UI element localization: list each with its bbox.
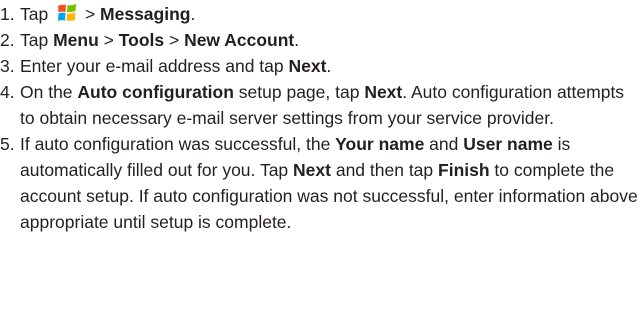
ui-term: Menu [53,30,99,50]
step-text: > [98,30,119,50]
ui-term: Finish [438,160,490,180]
step-number: 3. [0,56,15,76]
ui-term: User name [463,134,553,154]
step-item: 2. Tap Menu > Tools > New Account. [0,27,640,53]
step-item: 5. If auto configuration was successful, … [0,131,640,235]
ui-term: Tools [118,30,165,50]
step-text: Tap [20,30,54,50]
step-text: Enter your e-mail address and tap [20,56,289,76]
step-text: If auto configuration was successful, th… [20,134,336,154]
ui-term: Auto configuration [77,82,234,102]
step-number: 2. [0,30,15,50]
step-text: Tap [20,4,54,24]
step-text: . [294,30,300,50]
ui-term: Messaging [100,4,191,24]
step-text: > [80,4,101,24]
instruction-page: 1. Tap > Messaging. 2. Tap Menu > Tools > N… [0,0,644,312]
setup-steps-list: 1. Tap > Messaging. 2. Tap Menu > Tools > N… [0,1,640,235]
step-text: On the [20,82,78,102]
ui-term: Next [293,160,331,180]
step-item: 1. Tap > Messaging. [0,1,640,27]
step-number: 5. [0,134,15,154]
step-text: . [326,56,332,76]
step-item: 3. Enter your e-mail address and tap Next… [0,53,640,79]
step-number: 1. [0,4,15,24]
ui-term: Your name [335,134,425,154]
step-text: setup page, tap [233,82,365,102]
step-text: > [164,30,185,50]
ui-term: Next [288,56,327,76]
ui-term: New Account [184,30,295,50]
step-item: 4. On the Auto configuration setup page, … [0,79,640,131]
windows-start-icon [56,2,78,24]
ui-term: Next [364,82,403,102]
step-number: 4. [0,82,15,102]
step-text: and then tap [330,160,439,180]
step-text: and [424,134,464,154]
step-text: . [190,4,196,24]
